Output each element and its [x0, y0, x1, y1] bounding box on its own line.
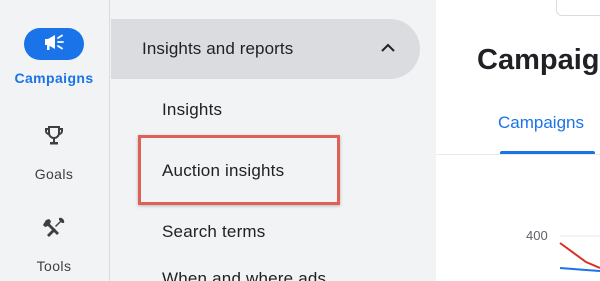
rail-label-campaigns: Campaigns	[14, 70, 94, 86]
trophy-icon	[42, 124, 66, 153]
section-header-insights-and-reports[interactable]: Insights and reports	[111, 19, 420, 79]
megaphone-icon	[42, 32, 66, 57]
navigation-rail: Campaigns Goals Tools	[0, 0, 110, 281]
menu-item-insights[interactable]: Insights	[162, 100, 222, 120]
rail-item-tools[interactable]: Tools	[0, 214, 108, 274]
menu-item-when-and-where-ads[interactable]: When and where ads	[162, 269, 326, 281]
main-content: Campaigns Campaigns 400	[436, 0, 600, 281]
rail-pill	[24, 214, 84, 246]
section-title: Insights and reports	[142, 39, 294, 58]
series-line-blue	[559, 267, 600, 272]
rail-pill	[24, 122, 84, 154]
menu-item-search-terms[interactable]: Search terms	[162, 222, 266, 242]
rail-label-tools: Tools	[36, 258, 72, 274]
rail-pill	[24, 28, 84, 60]
tools-icon	[42, 216, 66, 245]
performance-chart: 400	[526, 228, 600, 272]
series-line-red	[559, 242, 600, 269]
chart-tick-label: 400	[526, 228, 548, 243]
insights-menu: Insights and reports Insights Auction in…	[111, 0, 436, 281]
rail-item-campaigns[interactable]: Campaigns	[0, 28, 108, 86]
chevron-up-icon	[380, 40, 396, 58]
highlight-box	[138, 135, 340, 205]
rail-item-goals[interactable]: Goals	[0, 122, 108, 182]
rail-label-goals: Goals	[34, 166, 74, 182]
